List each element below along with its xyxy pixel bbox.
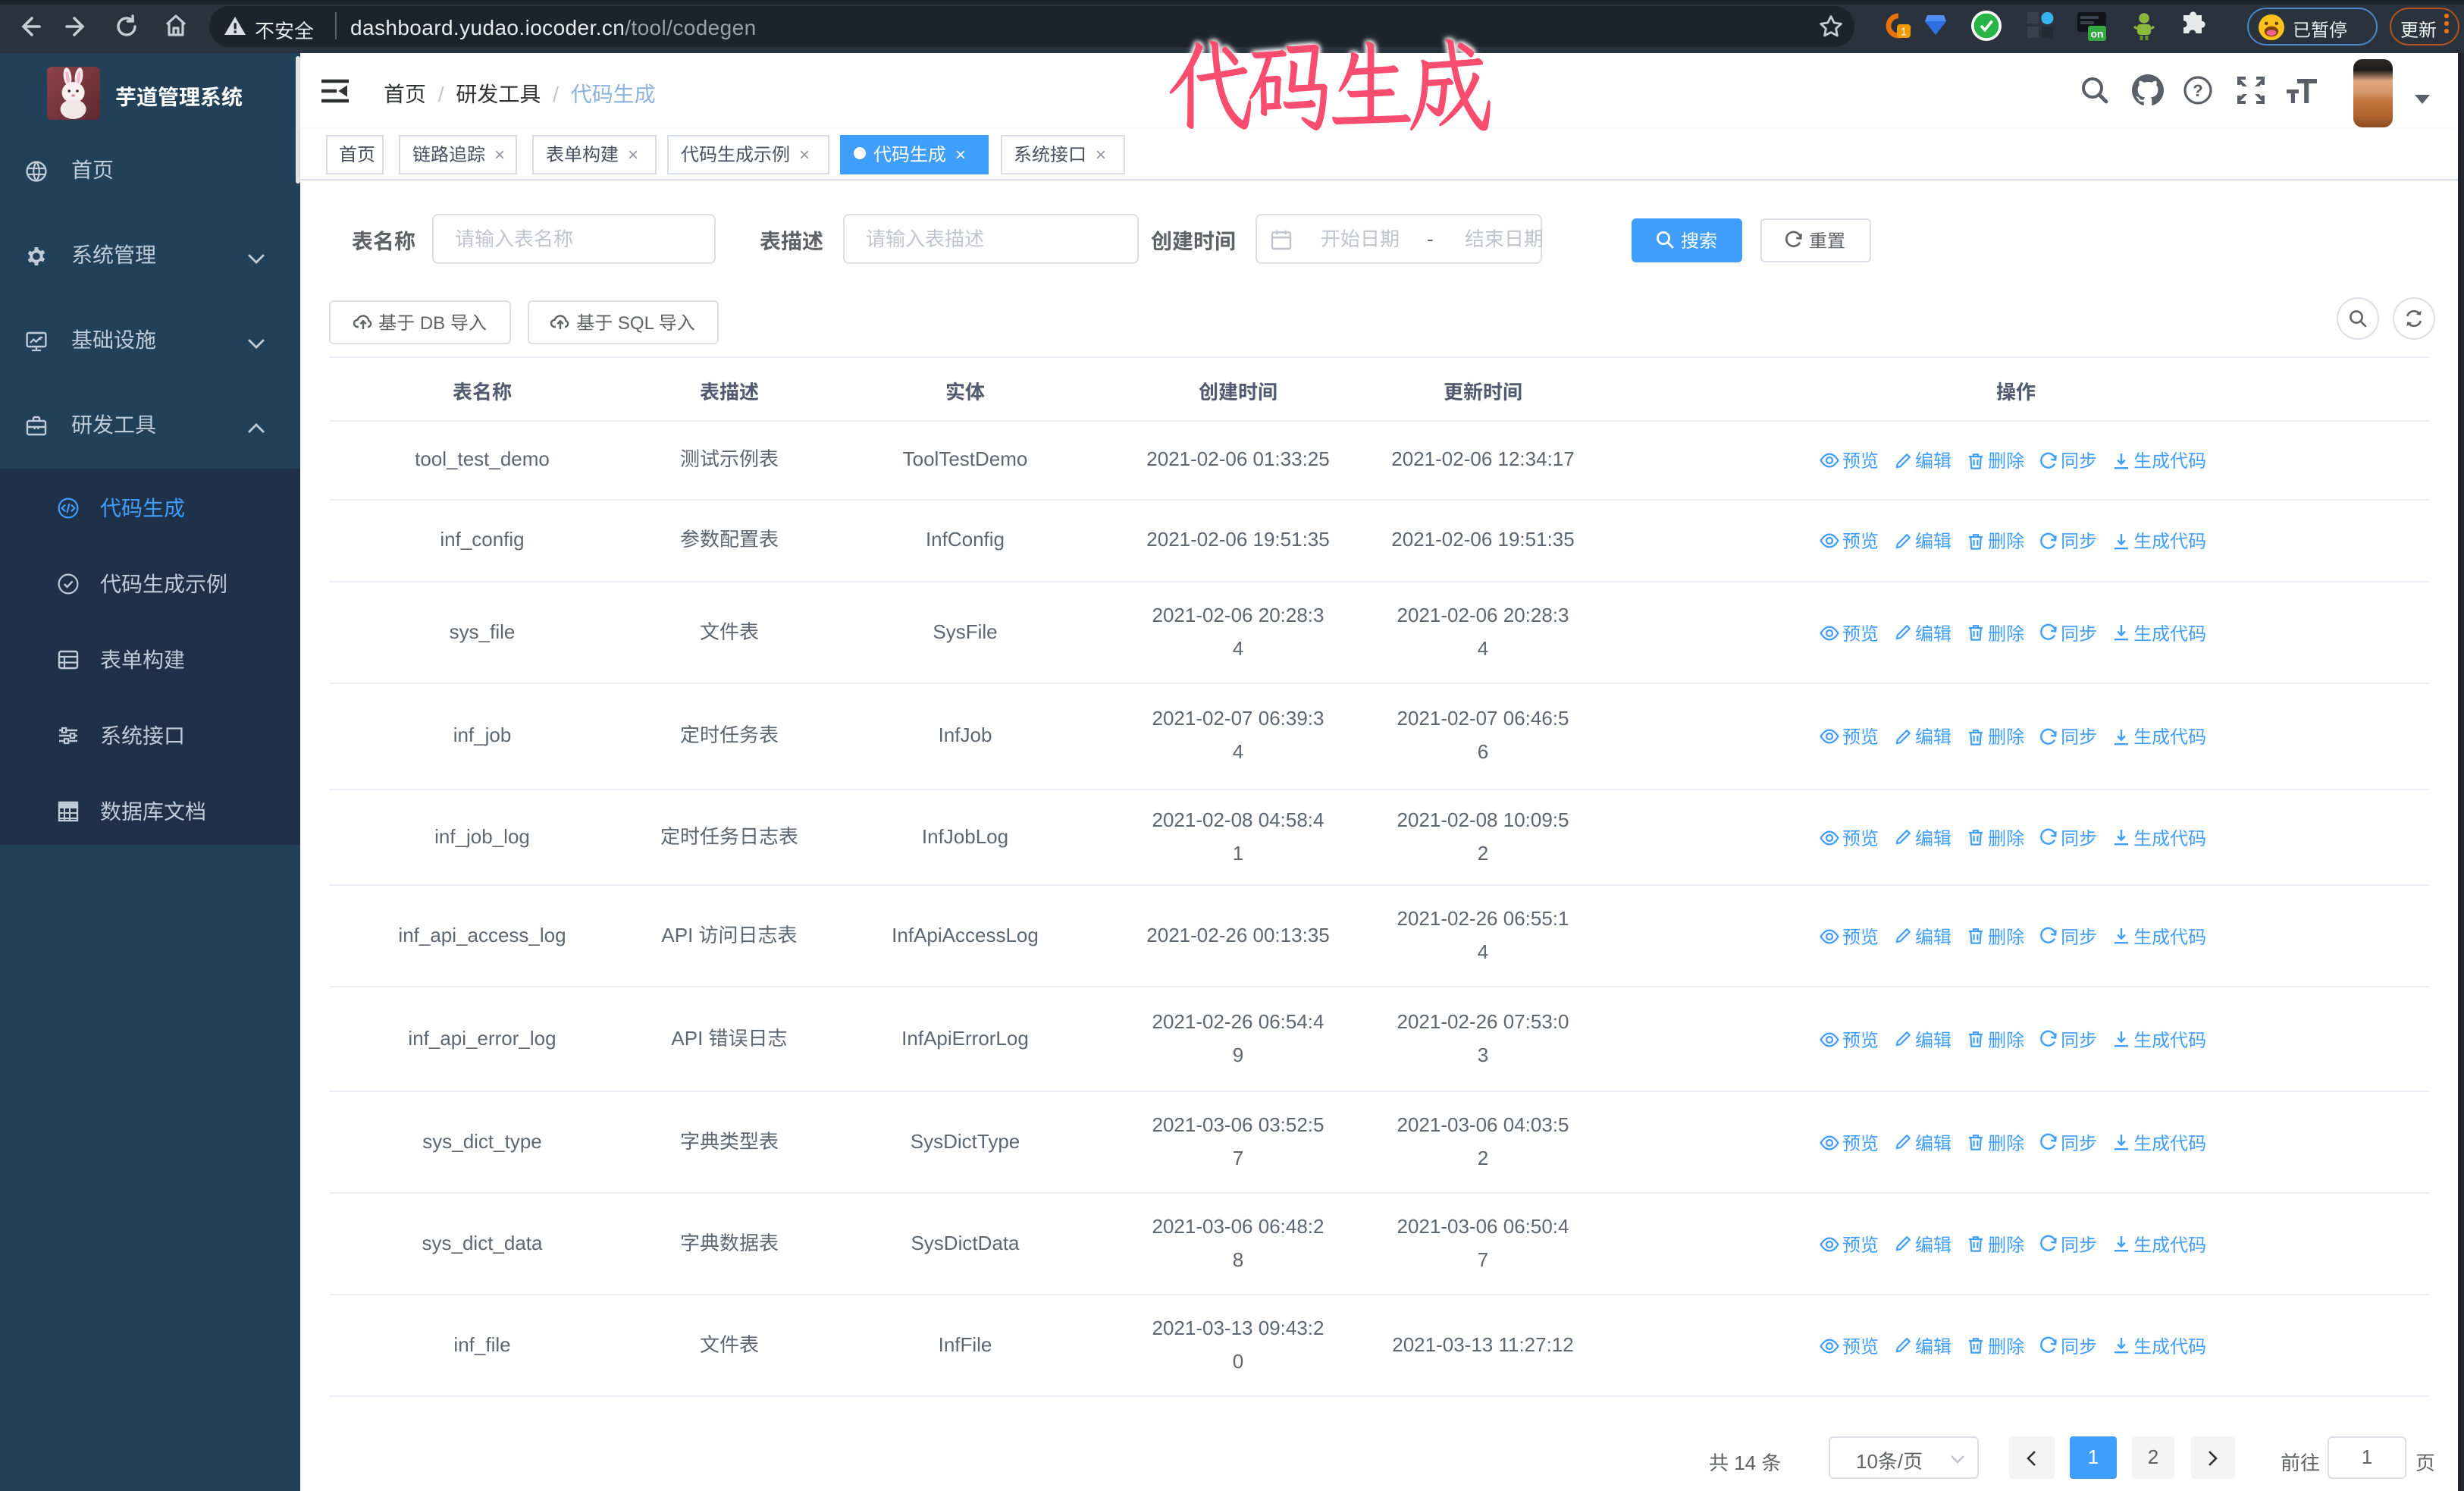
svg-text:1: 1 — [1901, 25, 1907, 38]
svg-text:?: ? — [2193, 81, 2202, 100]
svg-text:on: on — [2090, 28, 2103, 40]
